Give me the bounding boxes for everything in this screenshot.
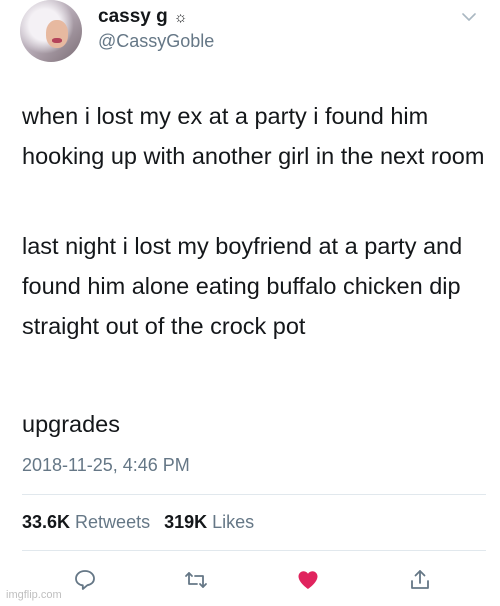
tweet-text-paragraph: upgrades [22, 411, 120, 437]
chevron-down-icon[interactable] [462, 12, 476, 22]
retweets-label[interactable]: Retweets [75, 512, 150, 533]
tweet-card: cassy g ☼ @CassyGoble when i lost my ex … [0, 0, 500, 606]
watermark: imgflip.com [6, 589, 62, 601]
share-icon[interactable] [408, 568, 432, 592]
avatar-face [46, 20, 68, 48]
retweet-icon[interactable] [184, 568, 208, 592]
divider [22, 550, 486, 551]
likes-label[interactable]: Likes [212, 512, 254, 533]
author-name-row[interactable]: cassy g ☼ [98, 6, 187, 28]
heart-icon[interactable] [296, 568, 320, 592]
tweet-actions [0, 568, 500, 594]
likes-count[interactable]: 319K [164, 512, 207, 533]
retweets-count[interactable]: 33.6K [22, 512, 70, 533]
user-handle[interactable]: @CassyGoble [98, 31, 214, 52]
sun-icon: ☼ [173, 8, 188, 26]
tweet-text-paragraph: last night i lost my boyfriend at a part… [22, 233, 463, 339]
engagement-stats: 33.6K Retweets 319K Likes [22, 512, 268, 533]
avatar-lips [52, 38, 62, 43]
tweet-text-paragraph: when i lost my ex at a party i found him… [22, 103, 485, 169]
divider [22, 494, 486, 495]
reply-icon[interactable] [73, 568, 97, 592]
tweet-timestamp[interactable]: 2018-11-25, 4:46 PM [22, 455, 190, 476]
avatar[interactable] [20, 0, 82, 62]
display-name[interactable]: cassy g [98, 6, 168, 28]
